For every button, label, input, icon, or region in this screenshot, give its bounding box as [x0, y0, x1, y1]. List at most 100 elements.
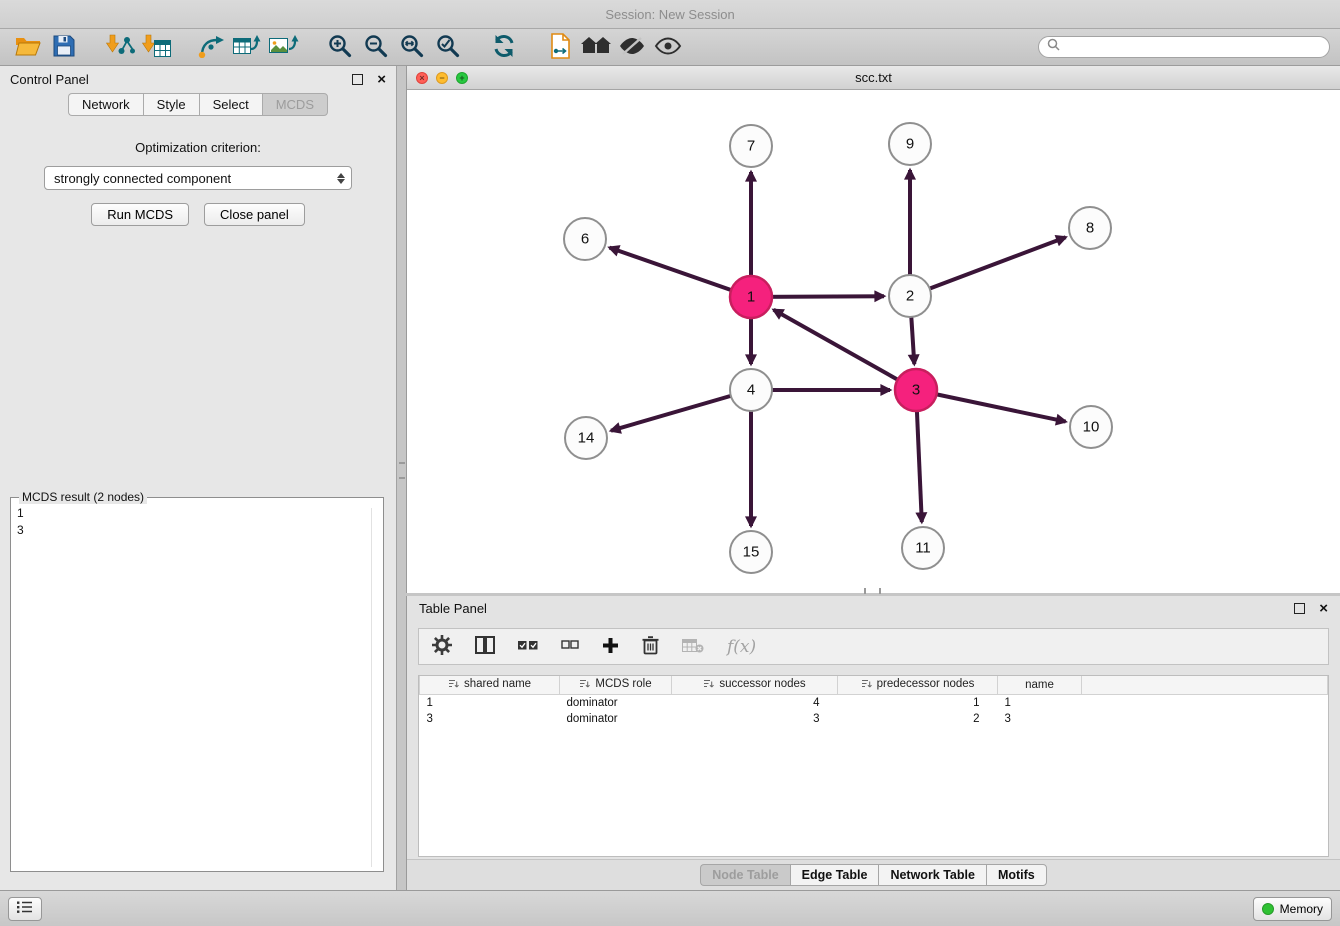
- table-settings-button[interactable]: [432, 635, 452, 658]
- houses-icon: [580, 35, 612, 60]
- tab-mcds[interactable]: MCDS: [262, 93, 328, 116]
- zoom-fit-button[interactable]: [394, 32, 430, 62]
- image-export-icon: [269, 34, 299, 61]
- tab-motifs[interactable]: Motifs: [986, 864, 1047, 886]
- svg-text:14: 14: [578, 430, 595, 447]
- import-table-button[interactable]: [138, 32, 174, 62]
- result-item[interactable]: 1: [17, 505, 377, 522]
- tab-style[interactable]: Style: [143, 93, 199, 116]
- network-canvas[interactable]: 7 9 6 8 1 2 4 3 14 10 15 11: [407, 90, 1340, 593]
- graph-node[interactable]: 7: [730, 125, 772, 167]
- search-field[interactable]: [1038, 36, 1330, 58]
- function-builder-label[interactable]: f(x): [727, 637, 756, 657]
- graph-node[interactable]: 4: [730, 369, 772, 411]
- horizontal-splitter-handle[interactable]: [864, 588, 881, 594]
- optimization-criterion-select[interactable]: strongly connected component: [44, 166, 352, 190]
- close-panel-button[interactable]: Close panel: [204, 203, 305, 226]
- svg-text:3: 3: [912, 382, 920, 399]
- unselect-all-columns-button[interactable]: [561, 639, 579, 654]
- save-session-button[interactable]: [46, 32, 82, 62]
- duplicate-network-button[interactable]: [542, 32, 578, 62]
- column-header-name[interactable]: name: [998, 676, 1082, 695]
- node-table-area: shared name MCDS role successor nodes pr…: [418, 675, 1329, 857]
- document-share-icon: [548, 33, 572, 62]
- network-window-titlebar[interactable]: scc.txt × − +: [407, 66, 1340, 90]
- table-panel: Table Panel × f(x): [406, 596, 1340, 890]
- window-titlebar[interactable]: Session: New Session: [0, 0, 1340, 29]
- graph-node[interactable]: 15: [730, 531, 772, 573]
- run-mcds-button[interactable]: Run MCDS: [91, 203, 189, 226]
- close-panel-icon[interactable]: ×: [377, 72, 386, 87]
- select-all-columns-button[interactable]: [518, 638, 538, 655]
- float-panel-icon[interactable]: [352, 74, 363, 85]
- graph-edge[interactable]: [916, 390, 1066, 422]
- optimization-criterion-label: Optimization criterion:: [0, 140, 396, 155]
- graph-node[interactable]: 10: [1070, 406, 1112, 448]
- table-panel-title: Table Panel: [419, 601, 487, 616]
- export-image-button[interactable]: [266, 32, 302, 62]
- close-window-icon[interactable]: ×: [416, 72, 428, 84]
- zoom-in-button[interactable]: [322, 32, 358, 62]
- table-delete-icon: [682, 638, 704, 656]
- graph-node[interactable]: 2: [889, 275, 931, 317]
- show-columns-button[interactable]: [475, 636, 495, 657]
- column-header-mcds-role[interactable]: MCDS role: [560, 676, 672, 695]
- svg-text:8: 8: [1086, 220, 1094, 237]
- import-table-icon: [141, 34, 171, 61]
- create-column-button[interactable]: [602, 637, 619, 657]
- export-table-button[interactable]: [230, 32, 266, 62]
- import-network-button[interactable]: [102, 32, 138, 62]
- column-header-successor-nodes[interactable]: successor nodes: [672, 676, 838, 695]
- refresh-view-button[interactable]: [486, 32, 522, 62]
- checked-boxes-icon: [518, 638, 538, 655]
- graph-node[interactable]: 1: [730, 276, 772, 318]
- tab-node-table[interactable]: Node Table: [700, 864, 789, 886]
- zoom-window-icon[interactable]: +: [456, 72, 468, 84]
- delete-table-button[interactable]: [682, 638, 704, 656]
- graph-edge[interactable]: [610, 248, 752, 297]
- result-item[interactable]: 3: [17, 522, 377, 539]
- delete-column-button[interactable]: [642, 635, 659, 658]
- graph-node[interactable]: 14: [565, 417, 607, 459]
- node-table: shared name MCDS role successor nodes pr…: [419, 676, 1328, 727]
- graph-node[interactable]: 9: [889, 123, 931, 165]
- table-tabs-strip: Node Table Edge Table Network Table Moti…: [407, 859, 1340, 890]
- table-row[interactable]: 1dominator411: [420, 695, 1328, 712]
- minimize-window-icon[interactable]: −: [436, 72, 448, 84]
- network-graph[interactable]: 7 9 6 8 1 2 4 3 14 10 15 11: [407, 90, 1340, 593]
- graph-edge[interactable]: [774, 310, 916, 390]
- result-scrollbar[interactable]: [371, 508, 372, 867]
- home-networks-button[interactable]: [578, 32, 614, 62]
- graph-edge[interactable]: [910, 237, 1066, 296]
- graph-node[interactable]: 6: [564, 218, 606, 260]
- open-session-button[interactable]: [10, 32, 46, 62]
- graph-node[interactable]: 3: [895, 369, 937, 411]
- vertical-splitter-handle[interactable]: [399, 462, 405, 479]
- zoom-out-button[interactable]: [358, 32, 394, 62]
- status-bar: Memory: [0, 890, 1340, 926]
- search-input[interactable]: [1065, 39, 1321, 55]
- close-table-panel-icon[interactable]: ×: [1319, 601, 1328, 616]
- control-panel: Control Panel × Network Style Select MCD…: [0, 66, 397, 890]
- zoom-selected-icon: [436, 34, 460, 61]
- graph-node[interactable]: 11: [902, 527, 944, 569]
- selected-criterion: strongly connected component: [54, 171, 231, 186]
- memory-button[interactable]: Memory: [1253, 897, 1332, 921]
- refresh-icon: [491, 34, 517, 61]
- svg-text:11: 11: [915, 540, 931, 557]
- new-network-button[interactable]: [194, 32, 230, 62]
- tab-edge-table[interactable]: Edge Table: [790, 864, 879, 886]
- graph-node[interactable]: 8: [1069, 207, 1111, 249]
- hide-selected-button[interactable]: [614, 32, 650, 62]
- tab-network[interactable]: Network: [68, 93, 143, 116]
- column-header-predecessor-nodes[interactable]: predecessor nodes: [838, 676, 998, 695]
- show-selected-button[interactable]: [650, 32, 686, 62]
- tab-select[interactable]: Select: [199, 93, 262, 116]
- unchecked-boxes-icon: [561, 639, 579, 654]
- column-header-shared-name[interactable]: shared name: [420, 676, 560, 695]
- tab-network-table[interactable]: Network Table: [878, 864, 986, 886]
- zoom-selected-button[interactable]: [430, 32, 466, 62]
- float-table-panel-icon[interactable]: [1294, 603, 1305, 614]
- task-history-button[interactable]: [8, 897, 42, 921]
- table-row[interactable]: 3dominator323: [420, 711, 1328, 727]
